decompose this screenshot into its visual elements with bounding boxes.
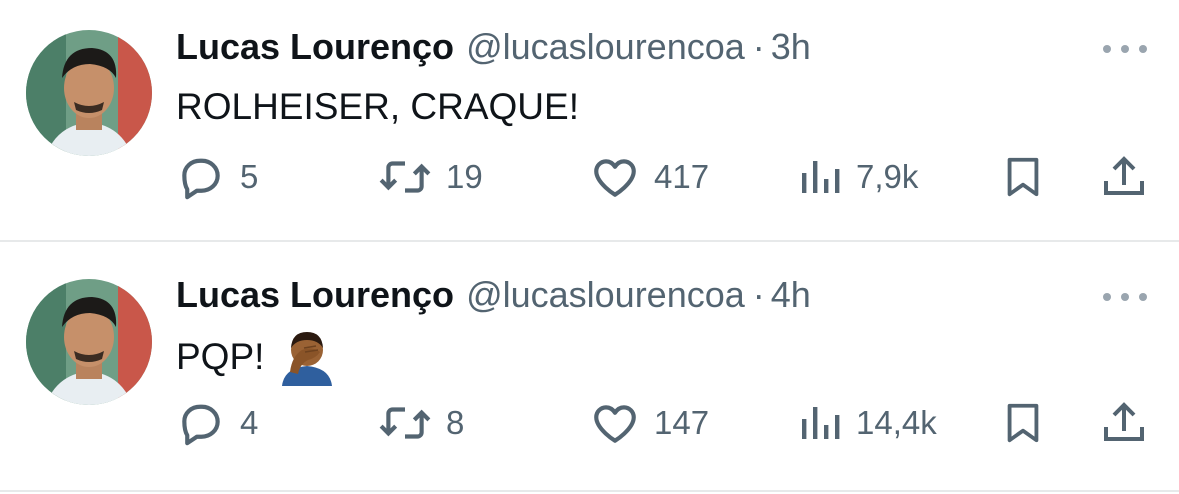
tweet-text: ROLHEISER, CRAQUE! xyxy=(176,82,579,132)
views-count: 14,4k xyxy=(856,404,937,441)
views-button[interactable]: 7,9k xyxy=(798,152,918,202)
retweet-icon xyxy=(379,161,431,193)
avatar[interactable] xyxy=(26,30,152,156)
retweet-button[interactable]: 19 xyxy=(378,152,483,202)
share-button[interactable] xyxy=(1100,152,1148,202)
author-handle[interactable]: @lucaslourencoa xyxy=(466,22,745,72)
retweet-count: 19 xyxy=(446,158,483,195)
bookmark-icon xyxy=(1007,403,1039,443)
reply-icon xyxy=(182,158,220,200)
share-icon xyxy=(1104,156,1144,195)
reply-count: 5 xyxy=(240,158,259,195)
timestamp[interactable]: 3h xyxy=(771,22,811,72)
tweet-actions: 5 19 417 7,9k xyxy=(176,152,1179,202)
avatar-photo xyxy=(26,279,152,405)
separator-dot: · xyxy=(752,26,765,67)
retweet-count: 8 xyxy=(446,404,465,441)
like-button[interactable]: 417 xyxy=(590,152,709,202)
tweet-header: Lucas Lourenço @lucaslourencoa · 4h xyxy=(176,270,811,320)
views-icon xyxy=(802,161,840,193)
heart-icon xyxy=(594,405,636,443)
more-options-icon[interactable] xyxy=(1103,39,1147,59)
author-name[interactable]: Lucas Lourenço xyxy=(176,270,454,320)
reply-button[interactable]: 5 xyxy=(176,152,258,202)
facepalm-emoji-icon xyxy=(282,332,333,386)
reply-button[interactable]: 4 xyxy=(176,398,258,448)
tweet-text-content: ROLHEISER, CRAQUE! xyxy=(176,86,579,127)
separator-dot: · xyxy=(752,274,765,315)
bookmark-button[interactable] xyxy=(1000,398,1046,448)
tweet-text: PQP! xyxy=(176,328,336,386)
bookmark-icon xyxy=(1007,157,1039,197)
views-icon xyxy=(802,407,840,439)
author-name[interactable]: Lucas Lourenço xyxy=(176,22,454,72)
like-button[interactable]: 147 xyxy=(590,398,709,448)
divider xyxy=(0,240,1179,242)
like-count: 417 xyxy=(654,158,710,195)
reply-icon xyxy=(182,404,220,446)
tweet[interactable]: Lucas Lourenço @lucaslourencoa · 3h ROLH… xyxy=(0,0,1179,246)
heart-icon xyxy=(594,159,636,197)
author-handle[interactable]: @lucaslourencoa xyxy=(466,270,745,320)
share-icon xyxy=(1104,402,1144,441)
reply-count: 4 xyxy=(240,404,259,441)
more-options-icon[interactable] xyxy=(1103,287,1147,307)
views-count: 7,9k xyxy=(856,158,919,195)
avatar-photo xyxy=(26,30,152,156)
avatar[interactable] xyxy=(26,279,152,405)
tweet-actions: 4 8 147 14,4k xyxy=(176,398,1179,448)
retweet-button[interactable]: 8 xyxy=(378,398,464,448)
share-button[interactable] xyxy=(1100,398,1148,448)
timestamp[interactable]: 4h xyxy=(771,270,811,320)
tweet-text-content: PQP! xyxy=(176,336,265,377)
bookmark-button[interactable] xyxy=(1000,152,1046,202)
like-count: 147 xyxy=(654,404,710,441)
retweet-icon xyxy=(379,407,431,439)
tweet-header: Lucas Lourenço @lucaslourencoa · 3h xyxy=(176,22,811,72)
tweet[interactable]: Lucas Lourenço @lucaslourencoa · 4h PQP!… xyxy=(0,246,1179,494)
views-button[interactable]: 14,4k xyxy=(798,398,937,448)
divider xyxy=(0,490,1179,492)
